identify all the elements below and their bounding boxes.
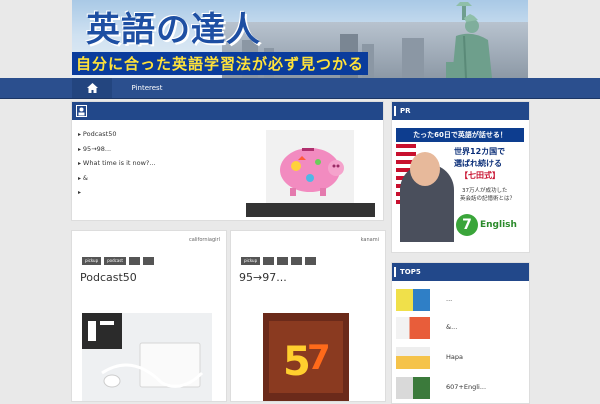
- card-thumbnail[interactable]: [82, 313, 212, 401]
- statue-of-liberty-icon: [446, 2, 492, 78]
- item-title[interactable]: Hapa: [446, 353, 463, 361]
- article-list: Podcast50 95→98... What time is it now?.…: [78, 130, 156, 203]
- top5-header: TOP5: [392, 263, 529, 281]
- tag[interactable]: [291, 257, 303, 265]
- list-item[interactable]: Podcast50: [78, 130, 156, 145]
- tag[interactable]: podcast: [104, 257, 126, 265]
- svg-text:7: 7: [307, 338, 331, 378]
- pr-ad-banner[interactable]: たった60日で英語が話せる！ 世界12カ国で 選ばれ続ける 【七田式】 37万人…: [396, 128, 524, 242]
- site-title[interactable]: 英語の達人: [86, 2, 261, 51]
- list-item[interactable]: &...: [396, 317, 524, 339]
- tag[interactable]: pickup: [241, 257, 261, 265]
- list-item[interactable]: [78, 188, 156, 203]
- item-thumbnail: [396, 377, 430, 399]
- card-author[interactable]: californiagirl: [189, 237, 220, 243]
- item-thumbnail: [396, 347, 430, 369]
- ad-line3: 【七田式】: [460, 171, 500, 180]
- nav-home-button[interactable]: [72, 78, 112, 98]
- item-title[interactable]: ...: [446, 295, 452, 303]
- card-thumbnail[interactable]: 5 7: [263, 313, 349, 401]
- pr-panel: PR たった60日で英語が話せる！ 世界12カ国で 選ばれ続ける 【七田式】 3…: [391, 101, 530, 253]
- pr-header: PR: [392, 102, 529, 120]
- card-title[interactable]: Podcast50: [80, 271, 137, 284]
- article-card[interactable]: californiagirl pickup podcast Podcast50: [71, 230, 227, 402]
- tag[interactable]: [305, 257, 317, 265]
- piggy-bank-image[interactable]: [266, 130, 354, 204]
- tag[interactable]: [263, 257, 275, 265]
- top5-panel: TOP5 ... &... Hapa 607+Engli...: [391, 262, 530, 404]
- tag[interactable]: pickup: [82, 257, 102, 265]
- top5-heading: TOP5: [394, 263, 421, 281]
- tag[interactable]: [277, 257, 289, 265]
- ad-note1: 37万人が成功した: [462, 188, 508, 194]
- card-tags: pickup: [241, 257, 317, 265]
- tag[interactable]: [128, 257, 140, 265]
- list-item[interactable]: What time is it now?...: [78, 159, 156, 174]
- list-item[interactable]: Hapa: [396, 347, 524, 369]
- user-icon: [76, 105, 87, 117]
- item-title[interactable]: 607+Engli...: [446, 383, 486, 391]
- ad-face: [410, 152, 440, 186]
- home-icon: [86, 83, 98, 93]
- list-item[interactable]: 95→98...: [78, 145, 156, 160]
- list-item[interactable]: ...: [396, 289, 524, 311]
- pr-heading: PR: [394, 102, 411, 120]
- card-title[interactable]: 95→97...: [239, 271, 287, 284]
- ad-line2: 選ばれ続ける: [454, 159, 502, 168]
- image-caption: [246, 203, 375, 217]
- nav-item-pinterest[interactable]: Pinterest: [118, 78, 176, 98]
- card-author[interactable]: kanami: [361, 237, 379, 243]
- list-item[interactable]: &: [78, 174, 156, 189]
- article-card[interactable]: kanami pickup 95→97... 5 7: [230, 230, 386, 402]
- ad-brand: English: [480, 220, 517, 230]
- site-subtitle: 自分に合った英語学習法が必ず見つかる: [72, 52, 369, 75]
- header-banner[interactable]: 英語の達人 自分に合った英語学習法が必ず見つかる: [72, 0, 528, 78]
- ad-logo-icon: 7: [456, 214, 478, 236]
- item-thumbnail: [396, 289, 430, 311]
- list-item[interactable]: 607+Engli...: [396, 377, 524, 399]
- ad-headline: たった60日で英語が話せる！: [396, 128, 524, 142]
- item-title[interactable]: &...: [446, 323, 457, 331]
- ad-line1: 世界12カ国で: [454, 147, 506, 156]
- main-nav: Pinterest: [0, 78, 600, 99]
- card-tags: pickup podcast: [82, 257, 154, 265]
- main-panel-header: [72, 102, 383, 120]
- item-thumbnail: [396, 317, 430, 339]
- tag[interactable]: [142, 257, 154, 265]
- main-panel: Podcast50 95→98... What time is it now?.…: [71, 101, 384, 221]
- ad-note2: 英会話の記憶術とは？: [460, 196, 516, 202]
